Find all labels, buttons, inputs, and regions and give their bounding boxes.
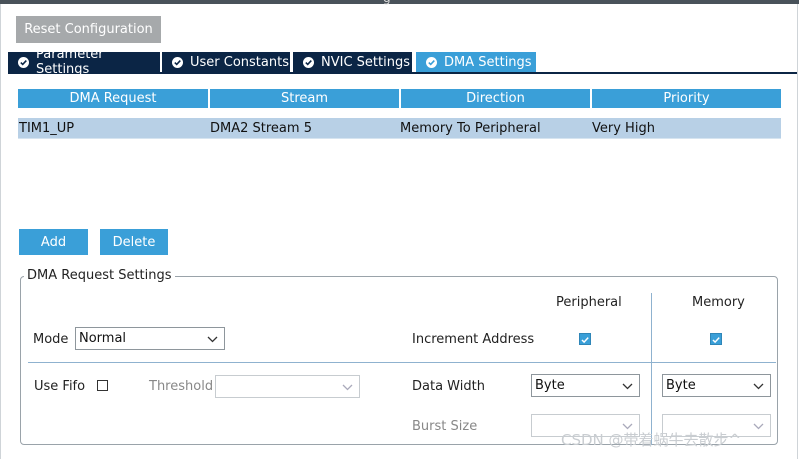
window-title-bar: [0, 0, 799, 4]
tab-label: Parameter Settings: [36, 47, 104, 77]
use-fifo-checkbox[interactable]: [97, 380, 108, 391]
tab-user-constants[interactable]: User Constants: [162, 52, 290, 72]
data-width-peripheral-value: Byte: [535, 378, 565, 393]
chevron-down-icon: [753, 423, 764, 430]
column-separator: [651, 293, 652, 445]
increment-memory-checkbox[interactable]: [710, 333, 722, 345]
tab-label: User Constants: [190, 54, 289, 70]
check-circle-icon: [303, 56, 314, 68]
check-circle-icon: [18, 56, 29, 68]
peripheral-column-header: Peripheral: [556, 295, 622, 310]
mode-value: Normal: [79, 331, 127, 346]
increment-peripheral-checkbox[interactable]: [579, 333, 591, 345]
check-circle-icon: [426, 56, 437, 68]
row-separator: [28, 362, 776, 363]
chevron-down-icon: [753, 383, 764, 390]
mode-label: Mode: [33, 332, 69, 347]
chevron-down-icon: [342, 384, 353, 391]
group-title: DMA Request Settings: [24, 268, 175, 283]
tab-label: DMA Settings: [444, 54, 532, 70]
table-divider: [18, 138, 781, 139]
data-width-memory-value: Byte: [666, 378, 696, 393]
add-button[interactable]: Add: [19, 229, 88, 255]
tab-dma-settings[interactable]: DMA Settings: [416, 52, 536, 72]
delete-button[interactable]: Delete: [100, 229, 168, 255]
chevron-down-icon: [622, 383, 633, 390]
column-header-dma-request[interactable]: DMA Request: [18, 89, 208, 108]
tab-nvic-settings[interactable]: NVIC Settings: [293, 52, 412, 72]
column-header-stream[interactable]: Stream: [210, 89, 399, 108]
data-width-label: Data Width: [412, 379, 485, 394]
watermark-text: CSDN @带着蜗牛去散步^: [561, 431, 742, 449]
threshold-label: Threshold: [149, 379, 214, 394]
cell-priority[interactable]: Very High: [592, 118, 780, 138]
frame-right-border: [797, 4, 798, 459]
title-fragment: g: [383, 0, 399, 5]
burst-size-label: Burst Size: [412, 419, 478, 434]
threshold-select[interactable]: [215, 375, 360, 398]
cell-dma-request[interactable]: TIM1_UP: [19, 118, 207, 138]
data-width-peripheral-select[interactable]: Byte: [531, 374, 640, 397]
check-circle-icon: [172, 56, 183, 68]
data-width-memory-select[interactable]: Byte: [662, 374, 771, 397]
column-header-priority[interactable]: Priority: [592, 89, 781, 108]
mode-select[interactable]: Normal: [75, 327, 225, 350]
cell-direction[interactable]: Memory To Peripheral: [400, 118, 590, 138]
memory-column-header: Memory: [692, 295, 745, 310]
frame-left-border: [0, 4, 1, 459]
cell-stream[interactable]: DMA2 Stream 5: [210, 118, 398, 138]
chevron-down-icon: [207, 336, 218, 343]
tab-parameter-settings[interactable]: Parameter Settings: [8, 47, 160, 77]
use-fifo-label: Use Fifo: [34, 379, 86, 394]
column-header-direction[interactable]: Direction: [401, 89, 590, 108]
checkmark-icon: [581, 337, 589, 344]
reset-configuration-button[interactable]: Reset Configuration: [16, 16, 161, 43]
checkmark-icon: [712, 337, 720, 344]
increment-address-label: Increment Address: [412, 332, 535, 347]
tab-label: NVIC Settings: [321, 54, 410, 70]
